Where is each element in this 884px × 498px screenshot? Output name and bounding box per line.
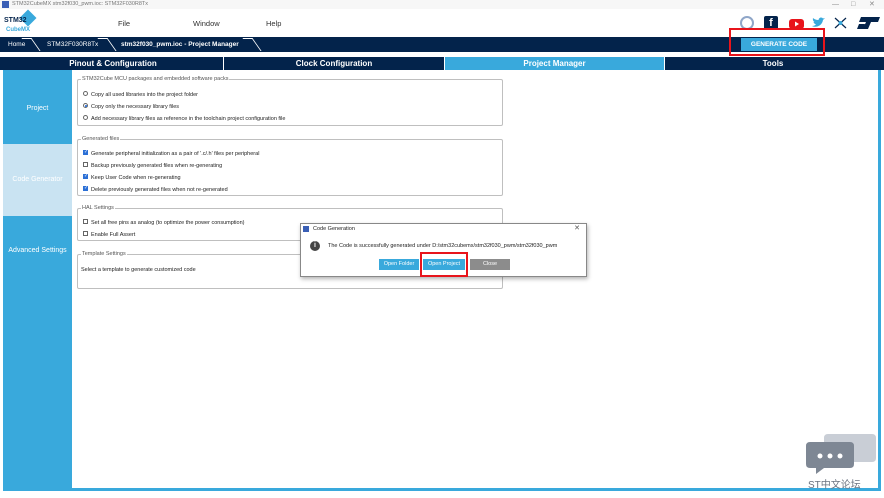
checkbox-icon (83, 231, 88, 237)
stm32cubemx-logo: STM32 CubeMX (4, 9, 44, 35)
breadcrumb-separator (97, 38, 117, 51)
project-manager-sidebar: Project Code Generator Advanced Settings (3, 70, 72, 491)
backup-generated-files-checkbox[interactable]: Backup previously generated files when r… (83, 162, 223, 169)
logo-text-cubemx: CubeMX (6, 27, 30, 33)
tab-tools[interactable]: Tools (665, 57, 881, 70)
close-dialog-button[interactable]: Close (470, 259, 510, 270)
keep-user-code-checkbox[interactable]: Keep User Code when re-generating (83, 173, 181, 181)
checkbox-checked-icon (83, 173, 88, 180)
minimize-button[interactable]: — (832, 0, 839, 9)
mcu-packages-group: STM32Cube MCU packages and embedded soft… (77, 76, 503, 126)
mcu-packages-legend: STM32Cube MCU packages and embedded soft… (82, 76, 229, 82)
checkbox-checked-icon (83, 185, 88, 192)
checkbox-icon (83, 219, 88, 225)
hal-settings-legend: HAL Settings (82, 205, 114, 211)
dialog-close-icon[interactable]: ✕ (574, 224, 580, 234)
open-folder-button[interactable]: Open Folder (379, 259, 419, 270)
generated-files-legend: Generated files (82, 136, 120, 142)
st-logo-icon[interactable] (857, 16, 881, 30)
logo-text-stm32: STM32 (4, 17, 27, 24)
set-free-pins-analog-label: Set all free pins as analog (to optimize… (91, 220, 245, 226)
sidebar-item-code-generator[interactable]: Code Generator (3, 144, 72, 216)
enable-full-assert-checkbox[interactable]: Enable Full Assert (83, 231, 136, 238)
watermark-text: ST中文论坛 (808, 480, 861, 491)
breadcrumb-chip[interactable]: STM32F030R8Tx (47, 37, 98, 52)
chat-bubble-icon (806, 434, 876, 474)
radio-selected-icon (83, 103, 88, 109)
menu-help[interactable]: Help (266, 19, 281, 28)
generate-peripheral-pair-label: Generate peripheral initialization as a … (91, 151, 260, 157)
set-free-pins-analog-checkbox[interactable]: Set all free pins as analog (to optimize… (83, 219, 245, 226)
tab-pinout-configuration[interactable]: Pinout & Configuration (3, 57, 223, 70)
delete-previous-files-checkbox[interactable]: Delete previously generated files when n… (83, 185, 228, 193)
checkbox-icon (83, 162, 88, 168)
app-icon (303, 226, 309, 232)
add-as-reference-label: Add necessary library files as reference… (91, 116, 286, 122)
radio-icon (83, 91, 88, 97)
backup-generated-files-label: Backup previously generated files when r… (91, 163, 223, 169)
breadcrumb-separator (242, 38, 262, 51)
menu-window[interactable]: Window (193, 19, 220, 28)
main-tabs: Pinout & Configuration Clock Configurati… (0, 57, 884, 70)
tab-clock-configuration[interactable]: Clock Configuration (224, 57, 444, 70)
enable-full-assert-label: Enable Full Assert (91, 232, 136, 238)
checkbox-checked-icon (83, 149, 88, 156)
keep-user-code-label: Keep User Code when re-generating (91, 175, 181, 181)
close-window-button[interactable]: ✕ (869, 0, 875, 9)
menu-file[interactable]: File (118, 19, 130, 28)
breadcrumb-project[interactable]: stm32f030_pwm.ioc - Project Manager (121, 37, 239, 52)
copy-necessary-libraries-label: Copy only the necessary library files (91, 104, 180, 110)
network-icon[interactable] (833, 16, 848, 30)
dialog-titlebar: Code Generation (301, 224, 586, 234)
add-as-reference-radio[interactable]: Add necessary library files as reference… (83, 115, 286, 122)
copy-all-libraries-label: Copy all used libraries into the project… (91, 92, 199, 98)
info-icon: i (310, 241, 320, 251)
generated-files-group: Generated files Generate peripheral init… (77, 136, 503, 196)
generate-peripheral-pair-checkbox[interactable]: Generate peripheral initialization as a … (83, 149, 260, 157)
annotation-highlight-open-project (420, 252, 468, 277)
dialog-title: Code Generation (313, 226, 355, 232)
window-title: STM32CubeMX stm32f030_pwm.ioc: STM32F030… (12, 1, 149, 7)
copy-all-libraries-radio[interactable]: Copy all used libraries into the project… (83, 91, 199, 98)
window-titlebar: STM32CubeMX stm32f030_pwm.ioc: STM32F030… (0, 0, 884, 9)
dialog-message: The Code is successfully generated under… (328, 243, 558, 249)
annotation-highlight-generate (729, 28, 825, 56)
app-icon (2, 1, 9, 8)
delete-previous-files-label: Delete previously generated files when n… (91, 187, 228, 193)
sidebar-item-advanced-settings[interactable]: Advanced Settings (3, 216, 72, 286)
copy-necessary-libraries-radio[interactable]: Copy only the necessary library files (83, 103, 180, 110)
template-settings-legend: Template Settings (82, 251, 126, 257)
maximize-button[interactable]: □ (851, 0, 855, 9)
sidebar-item-project[interactable]: Project (3, 70, 72, 140)
template-settings-text: Select a template to generate customized… (81, 267, 196, 273)
forum-watermark: ST中文论坛 (806, 430, 878, 491)
tab-project-manager[interactable]: Project Manager (445, 57, 664, 70)
radio-icon (83, 115, 88, 121)
